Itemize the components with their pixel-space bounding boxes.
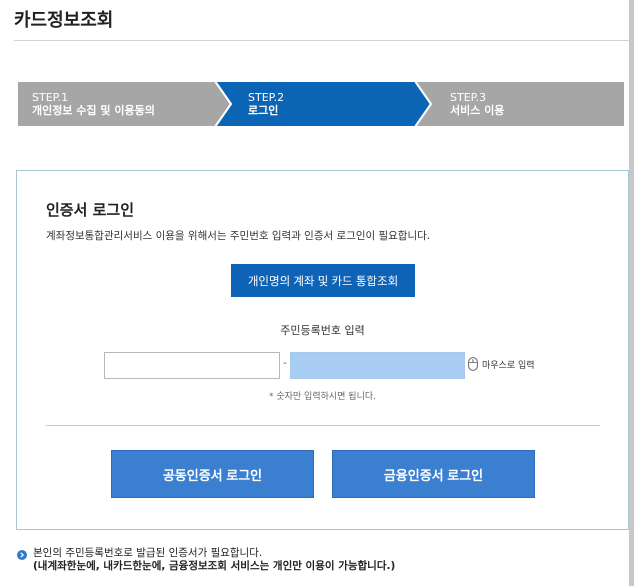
- mouse-input-button[interactable]: 마우스로 입력: [468, 354, 535, 374]
- rrn-front-input[interactable]: [104, 352, 280, 379]
- step-3: STEP.3 서비스 이용: [415, 81, 625, 127]
- integrated-inquiry-button[interactable]: 개인명의 계좌 및 카드 통합조회: [231, 264, 415, 297]
- step-1: STEP.1 개인정보 수집 및 이용동의: [17, 81, 233, 127]
- title-divider: [14, 40, 629, 41]
- step-indicator: STEP.1 개인정보 수집 및 이용동의 STEP.2 로그인 STEP.3 …: [17, 81, 625, 127]
- step-1-number: STEP.1: [32, 91, 69, 104]
- rrn-label: 주민등록번호 입력: [280, 324, 365, 337]
- rrn-back-input[interactable]: [290, 352, 465, 379]
- chevron-right-circle-icon: [17, 550, 27, 560]
- section-divider: [46, 425, 600, 426]
- step-2-number: STEP.2: [248, 91, 285, 104]
- step-2-label: 로그인: [248, 104, 279, 117]
- step-3-arrow-shape: [415, 81, 625, 127]
- mouse-input-label: 마우스로 입력: [482, 360, 535, 371]
- page-title: 카드정보조회: [14, 10, 114, 31]
- login-description: 계좌정보통합관리서비스 이용을 위해서는 주민번호 입력과 인증서 로그인이 필…: [46, 230, 431, 242]
- rrn-dash: -: [283, 356, 287, 369]
- public-cert-login-button[interactable]: 공동인증서 로그인: [111, 450, 314, 498]
- finance-cert-login-button[interactable]: 금융인증서 로그인: [332, 450, 535, 498]
- step-3-number: STEP.3: [450, 91, 487, 104]
- step-2: STEP.2 로그인: [215, 81, 433, 127]
- login-panel: 인증서 로그인 계좌정보통합관리서비스 이용을 위해서는 주민번호 입력과 인증…: [16, 170, 629, 530]
- step-1-label: 개인정보 수집 및 이용동의: [32, 104, 155, 117]
- step-3-label: 서비스 이용: [450, 104, 505, 117]
- page: 카드정보조회 STEP.1 개인정보 수집 및 이용동의 STEP.2 로그인: [0, 0, 629, 586]
- notice-line-2: (내계좌한눈에, 내카드한눈에, 금융정보조회 서비스는 개인만 이용이 가능합…: [33, 560, 396, 572]
- notice-line-1: 본인의 주민등록번호로 발급된 인증서가 필요합니다.: [33, 547, 263, 559]
- rrn-hint: * 숫자만 입력하시면 됩니다.: [268, 392, 377, 402]
- notice: 본인의 주민등록번호로 발급된 인증서가 필요합니다. (내계좌한눈에, 내카드…: [17, 547, 395, 573]
- mouse-icon: [468, 357, 478, 371]
- login-title: 인증서 로그인: [46, 201, 135, 219]
